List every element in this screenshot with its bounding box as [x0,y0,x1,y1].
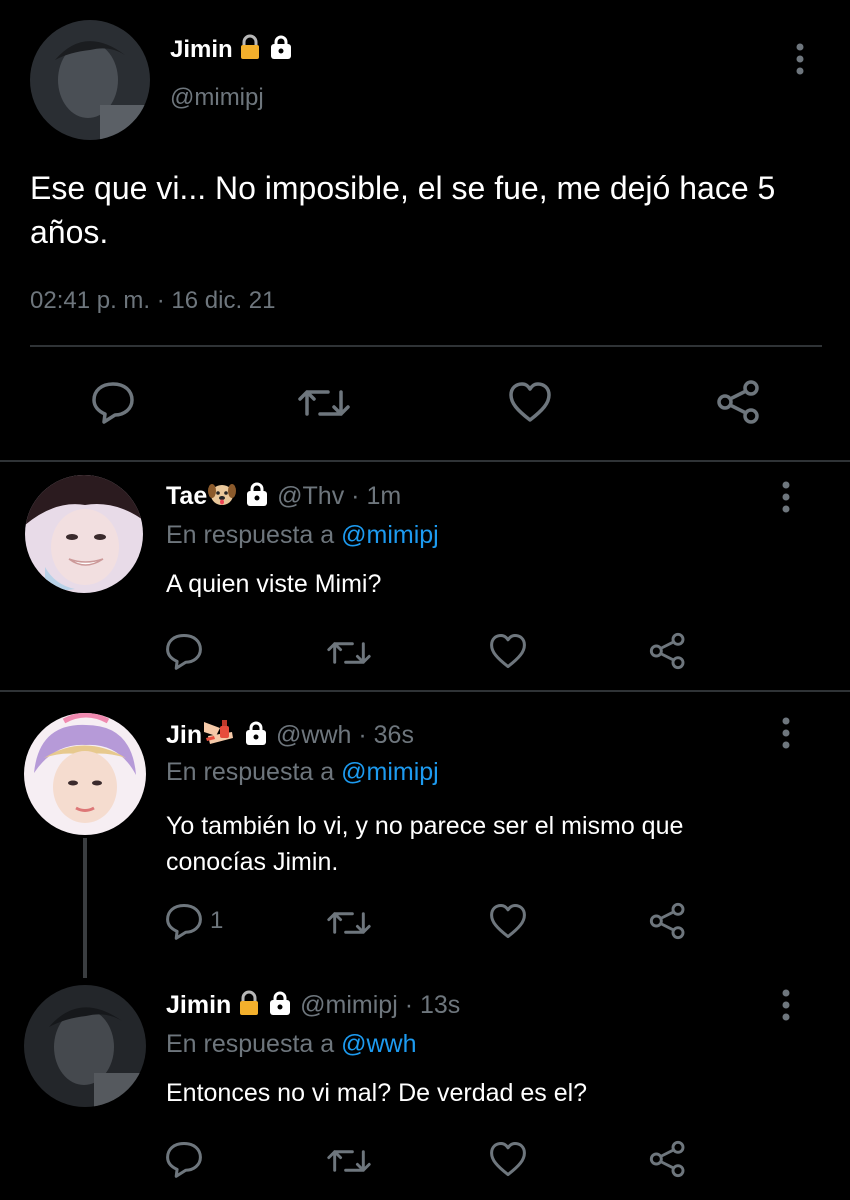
reply-context: En respuesta a @mimipj [166,521,439,550]
divider [30,345,822,347]
tweet-text: A quien viste Mimi? [166,570,382,598]
protected-lock-icon [243,720,269,753]
handle[interactable]: @wwh [276,721,351,749]
protected-lock-icon [267,990,293,1023]
display-name[interactable]: Tae [166,482,207,510]
more-options-icon[interactable] [776,480,796,516]
separator: · [351,482,360,511]
separator: · [358,721,367,750]
avatar[interactable] [24,713,146,835]
share-icon[interactable] [648,901,688,941]
tweet-text: Entonces no vi mal? De verdad es el? [166,1079,588,1107]
reply-context: En respuesta a @mimipj [166,758,439,787]
divider [0,690,850,692]
share-icon[interactable] [715,378,763,426]
display-name[interactable]: Jin [166,721,202,749]
nail-polish-emoji-icon [202,718,236,755]
reply-icon[interactable] [164,1140,204,1178]
retweet-icon[interactable] [327,1145,371,1177]
reply-icon[interactable] [164,902,204,940]
tweet-text-line: Yo también lo vi, y no parece ser el mis… [166,812,684,840]
mention-link[interactable]: @mimipj [341,758,439,786]
lock-emoji-icon [239,34,261,67]
handle[interactable]: @mimipj [300,991,398,1019]
timestamp[interactable]: 02:41 p. m. · 16 dic. 21 [30,287,275,315]
reply-context: En respuesta a @wwh [166,1030,417,1059]
reply-prefix: En respuesta a [166,1030,335,1058]
tweet-text-line: conocías Jimin. [166,848,339,876]
share-icon[interactable] [648,631,688,671]
retweet-icon[interactable] [327,637,371,669]
more-options-icon[interactable] [776,988,796,1024]
retweet-icon[interactable] [298,384,350,422]
more-options-icon[interactable] [790,42,810,78]
like-icon[interactable] [488,632,528,670]
avatar[interactable] [24,985,146,1107]
tweet-time[interactable]: 36s [374,721,414,749]
handle[interactable]: @Thv [277,482,344,510]
reply-icon[interactable] [90,380,136,424]
share-icon[interactable] [648,1139,688,1179]
protected-lock-icon [244,481,270,514]
tweet-time[interactable]: 1m [366,482,401,510]
more-options-icon[interactable] [776,716,796,752]
like-icon[interactable] [488,1140,528,1178]
divider [0,460,850,462]
tweet-text: Ese que vi... No imposible, el se fue, m… [30,170,776,250]
display-name[interactable]: Jimin [166,991,231,1019]
tweet-text: Yo también lo vi, y no parece ser el mis… [166,808,683,880]
avatar[interactable] [30,20,150,140]
display-name[interactable]: Jimin [170,36,233,63]
protected-lock-icon [268,34,294,67]
avatar[interactable] [25,475,143,593]
handle[interactable]: @mimipj [170,84,264,112]
dog-emoji-icon [207,481,237,514]
separator: · [404,991,414,1020]
like-icon[interactable] [507,380,553,424]
thread-connector [83,838,87,978]
reply-icon[interactable] [164,632,204,670]
mention-link[interactable]: @wwh [341,1030,416,1058]
tweet-time[interactable]: 13s [420,991,460,1019]
reply-prefix: En respuesta a [166,758,335,786]
reply-prefix: En respuesta a [166,521,335,549]
retweet-icon[interactable] [327,907,371,939]
reply-count: 1 [210,907,224,934]
mention-link[interactable]: @mimipj [341,521,439,549]
like-icon[interactable] [488,902,528,940]
lock-emoji-icon [238,990,260,1023]
